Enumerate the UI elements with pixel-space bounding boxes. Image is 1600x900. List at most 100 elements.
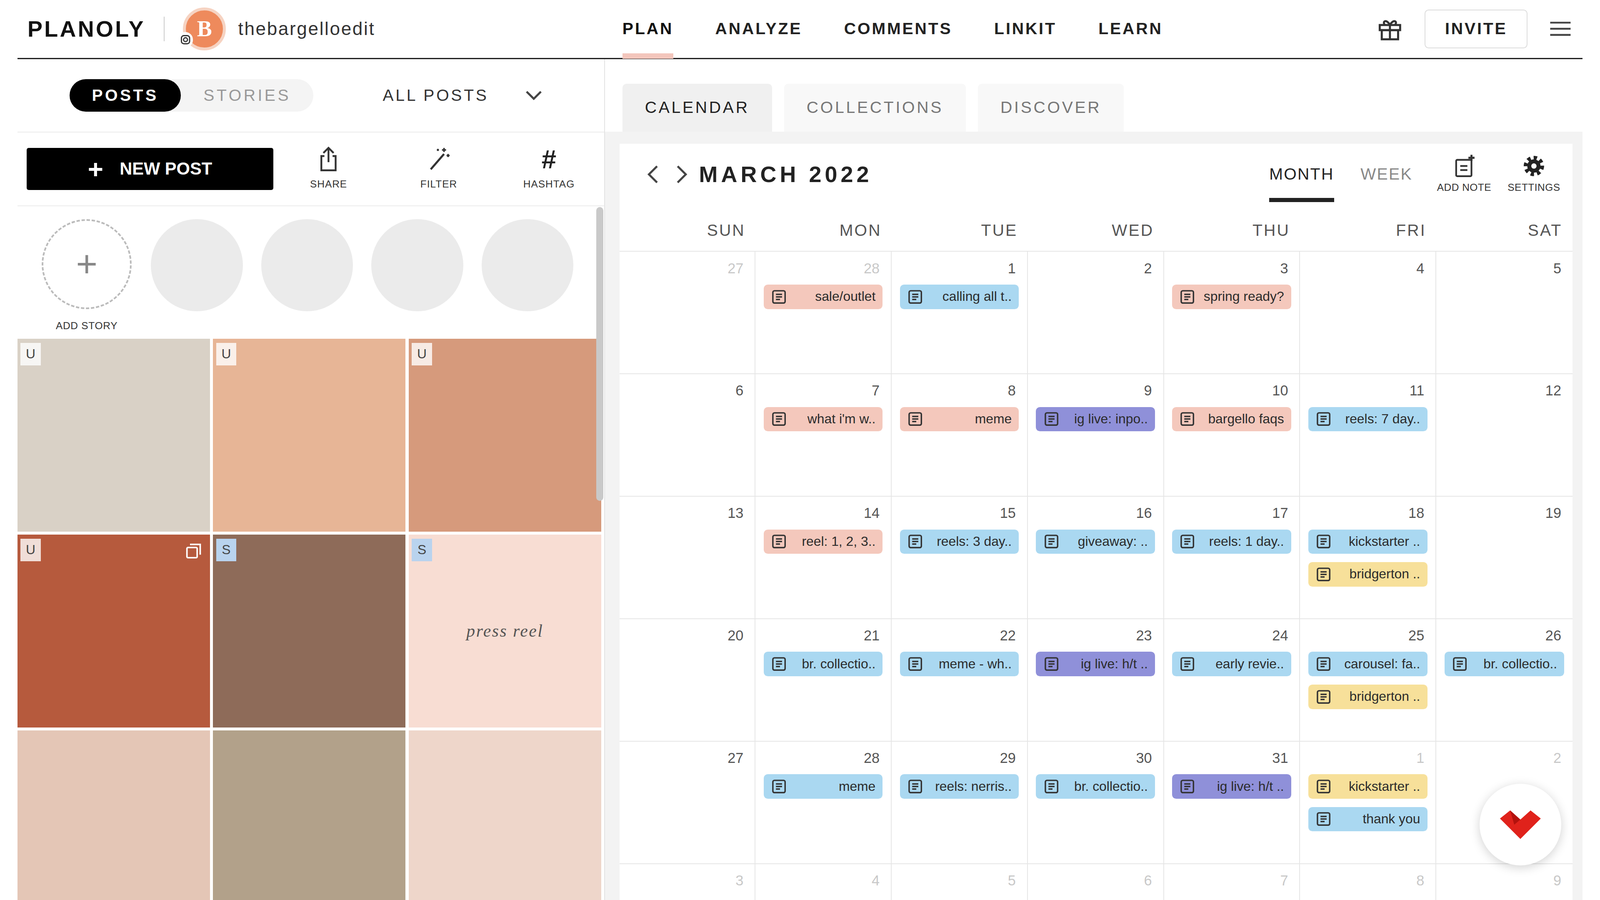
calendar-day[interactable]: 29reels: nerris.. bbox=[891, 741, 1028, 864]
calendar-entry[interactable]: kickstarter .. bbox=[1308, 529, 1428, 555]
filter-dropdown[interactable]: ALL POSTS bbox=[382, 83, 543, 108]
view-option[interactable]: MONTH bbox=[1269, 143, 1334, 205]
calendar-entry[interactable]: early revie.. bbox=[1172, 651, 1292, 677]
post-tile[interactable]: U bbox=[17, 534, 210, 728]
calendar-day[interactable]: 15reels: 3 day.. bbox=[891, 496, 1028, 619]
invite-button[interactable]: INVITE bbox=[1424, 9, 1528, 49]
calendar-day[interactable]: 14reel: 1, 2, 3.. bbox=[755, 496, 892, 619]
calendar-day[interactable]: 6 bbox=[619, 374, 756, 496]
calendar-day[interactable]: 30br. collectio.. bbox=[1027, 741, 1165, 864]
story-slot[interactable] bbox=[261, 219, 353, 311]
calendar-entry[interactable]: sale/outlet bbox=[763, 284, 883, 310]
calendar-entry[interactable]: kickstarter .. bbox=[1308, 774, 1428, 799]
chevron-left-icon[interactable] bbox=[645, 164, 660, 185]
calendar-day[interactable]: 7 bbox=[1164, 864, 1301, 900]
story-slot[interactable] bbox=[150, 219, 243, 311]
calendar-day[interactable]: 1calling all t.. bbox=[891, 251, 1028, 374]
calendar-entry[interactable]: reel: 1, 2, 3.. bbox=[763, 529, 883, 555]
calendar-day[interactable]: 8meme bbox=[891, 374, 1028, 496]
post-type-tab[interactable]: STORIES bbox=[180, 79, 313, 112]
nav-item[interactable]: LEARN bbox=[1098, 0, 1163, 59]
chevron-right-icon[interactable] bbox=[674, 164, 689, 185]
calendar-day[interactable]: 12 bbox=[1436, 374, 1573, 496]
calendar-day[interactable]: 5 bbox=[1436, 251, 1573, 374]
calendar-day[interactable]: 24early revie.. bbox=[1164, 619, 1301, 741]
calendar-entry[interactable]: br. collectio.. bbox=[1035, 774, 1155, 799]
panel-tab[interactable]: CALENDAR bbox=[622, 83, 773, 132]
post-tile[interactable]: U bbox=[408, 338, 602, 532]
calendar-day[interactable]: 13 bbox=[619, 496, 756, 619]
calendar-entry[interactable]: calling all t.. bbox=[900, 284, 1020, 310]
calendar-day[interactable]: 8 bbox=[1300, 864, 1437, 900]
calendar-day[interactable]: 31ig live: h/t .. bbox=[1164, 741, 1301, 864]
calendar-entry[interactable]: meme bbox=[763, 774, 883, 799]
post-type-tab[interactable]: POSTS bbox=[69, 79, 182, 112]
calendar-entry[interactable]: reels: 3 day.. bbox=[900, 529, 1020, 555]
calendar-entry[interactable]: bargello faqs bbox=[1172, 407, 1292, 432]
calendar-day[interactable]: 16giveaway: .. bbox=[1027, 496, 1165, 619]
post-tile[interactable]: U bbox=[17, 338, 210, 532]
calendar-action[interactable]: SETTINGS bbox=[1507, 153, 1560, 196]
calendar-day[interactable]: 11reels: 7 day.. bbox=[1300, 374, 1437, 496]
post-tile[interactable] bbox=[17, 730, 210, 900]
calendar-day[interactable]: 25carousel: fa..bridgerton .. bbox=[1300, 619, 1437, 741]
nav-item[interactable]: PLAN bbox=[622, 0, 674, 59]
calendar-day[interactable]: 19 bbox=[1436, 496, 1573, 619]
calendar-day[interactable]: 2 bbox=[1027, 251, 1165, 374]
story-slot[interactable] bbox=[371, 219, 463, 311]
panel-tab[interactable]: DISCOVER bbox=[977, 83, 1124, 132]
calendar-entry[interactable]: what i'm w.. bbox=[763, 407, 883, 432]
calendar-day[interactable]: 28meme bbox=[755, 741, 892, 864]
calendar-day[interactable]: 17reels: 1 day.. bbox=[1164, 496, 1301, 619]
post-tile[interactable] bbox=[408, 730, 602, 900]
post-tile[interactable]: S bbox=[212, 534, 406, 728]
calendar-entry[interactable]: meme bbox=[900, 407, 1020, 432]
calendar-entry[interactable]: spring ready? bbox=[1172, 284, 1292, 310]
post-tile[interactable]: press reelS bbox=[408, 534, 602, 728]
calendar-entry[interactable]: meme - wh.. bbox=[900, 651, 1020, 677]
calendar-day[interactable]: 23ig live: h/t .. bbox=[1027, 619, 1165, 741]
calendar-entry[interactable]: giveaway: .. bbox=[1035, 529, 1155, 555]
calendar-day[interactable]: 18kickstarter ..bridgerton .. bbox=[1300, 496, 1437, 619]
calendar-day[interactable]: 22meme - wh.. bbox=[891, 619, 1028, 741]
tool-button[interactable]: SHARE bbox=[273, 145, 384, 192]
calendar-entry[interactable]: ig live: h/t .. bbox=[1172, 774, 1292, 799]
post-tile[interactable] bbox=[212, 730, 406, 900]
scrollbar[interactable] bbox=[596, 207, 604, 501]
calendar-day[interactable]: 3spring ready? bbox=[1164, 251, 1301, 374]
calendar-day[interactable]: 4 bbox=[755, 864, 892, 900]
calendar-day[interactable]: 21br. collectio.. bbox=[755, 619, 892, 741]
view-option[interactable]: WEEK bbox=[1360, 143, 1413, 205]
nav-item[interactable]: LINKIT bbox=[994, 0, 1057, 59]
calendar-entry[interactable]: carousel: fa.. bbox=[1308, 651, 1428, 677]
calendar-entry[interactable]: reels: 1 day.. bbox=[1172, 529, 1292, 555]
new-post-button[interactable]: +NEW POST bbox=[26, 147, 274, 190]
calendar-day[interactable]: 3 bbox=[619, 864, 756, 900]
account-name[interactable]: thebargelloedit bbox=[237, 15, 375, 43]
calendar-action[interactable]: ADD NOTE bbox=[1437, 153, 1492, 196]
add-story[interactable]: +ADD STORY bbox=[40, 219, 133, 334]
calendar-day[interactable]: 4 bbox=[1300, 251, 1437, 374]
menu-icon[interactable] bbox=[1547, 18, 1573, 40]
panel-tab[interactable]: COLLECTIONS bbox=[784, 83, 966, 132]
calendar-entry[interactable]: thank you bbox=[1308, 807, 1428, 832]
calendar-day[interactable]: 27 bbox=[619, 741, 756, 864]
gift-icon[interactable] bbox=[1375, 14, 1405, 44]
post-tile[interactable]: U bbox=[212, 338, 406, 532]
calendar-day[interactable]: 6 bbox=[1027, 864, 1165, 900]
calendar-day[interactable]: 5 bbox=[891, 864, 1028, 900]
calendar-entry[interactable]: bridgerton .. bbox=[1308, 562, 1428, 587]
calendar-day[interactable]: 26br. collectio.. bbox=[1436, 619, 1573, 741]
calendar-entry[interactable]: ig live: inpo.. bbox=[1035, 407, 1155, 432]
calendar-entry[interactable]: bridgerton .. bbox=[1308, 684, 1428, 710]
calendar-day[interactable]: 9ig live: inpo.. bbox=[1027, 374, 1165, 496]
calendar-day[interactable]: 27 bbox=[619, 251, 756, 374]
nav-item[interactable]: COMMENTS bbox=[844, 0, 953, 59]
calendar-day[interactable]: 1kickstarter ..thank you bbox=[1300, 741, 1437, 864]
calendar-entry[interactable]: br. collectio.. bbox=[1444, 651, 1565, 677]
calendar-day[interactable]: 10bargello faqs bbox=[1164, 374, 1301, 496]
nav-item[interactable]: ANALYZE bbox=[715, 0, 803, 59]
tool-button[interactable]: #HASHTAG bbox=[493, 145, 604, 192]
calendar-day[interactable]: 9 bbox=[1436, 864, 1573, 900]
calendar-day[interactable]: 20 bbox=[619, 619, 756, 741]
